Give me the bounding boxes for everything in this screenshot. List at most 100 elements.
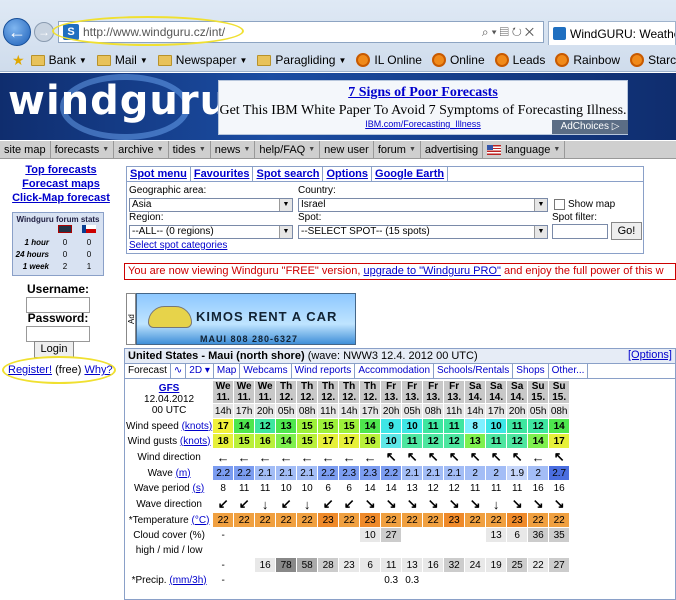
- menu-help-faq[interactable]: help/FAQ ▼: [255, 141, 321, 158]
- spot-tab-spot-menu[interactable]: Spot menu: [127, 167, 191, 181]
- favorite-label: Newspaper: [175, 53, 237, 67]
- value-cell: [254, 572, 277, 588]
- ad-text: Get This IBM White Paper To Avoid 7 Symp…: [219, 103, 627, 118]
- forecast-options-link[interactable]: [Options]: [628, 349, 672, 361]
- menu-archive[interactable]: archive ▼: [114, 141, 169, 158]
- spot-filter-input[interactable]: [552, 224, 608, 239]
- row-unit-link[interactable]: (m): [176, 468, 191, 479]
- show-map-option[interactable]: Show map: [554, 199, 615, 210]
- value-cell: 19: [485, 557, 508, 573]
- show-map-checkbox[interactable]: [554, 199, 565, 210]
- day-cell: Su 15.: [527, 380, 550, 404]
- forecast-tab-1[interactable]: ∿: [171, 364, 187, 378]
- menu-new-user[interactable]: new user: [320, 141, 374, 158]
- value-cell: 16: [548, 480, 571, 496]
- row-unit-link[interactable]: (mm/3h): [169, 575, 206, 586]
- ad-title[interactable]: 7 Signs of Poor Forecasts: [219, 85, 627, 101]
- hour-cell: 17h: [485, 403, 508, 419]
- day-name: We: [257, 381, 273, 392]
- spot-tab-options[interactable]: Options: [323, 167, 373, 181]
- site-logo[interactable]: windguru: [8, 78, 229, 124]
- round-icon: [431, 53, 446, 67]
- forecast-maps-link[interactable]: Forecast maps: [0, 177, 122, 191]
- value-cell: [296, 527, 319, 543]
- favorite-bank[interactable]: Bank ▼: [30, 53, 87, 67]
- value-cell: [422, 542, 445, 558]
- menu-advertising[interactable]: advertising: [421, 141, 484, 158]
- menu-tides[interactable]: tides ▼: [169, 141, 211, 158]
- us-flag-icon: [487, 144, 502, 155]
- value-cell: 2.1: [275, 465, 298, 481]
- value-cell: -: [212, 527, 235, 543]
- value-cell: 23: [359, 512, 382, 528]
- back-button[interactable]: ←: [3, 18, 31, 46]
- spot-tab-spot-search[interactable]: Spot search: [253, 167, 324, 181]
- value-cell: 16: [422, 557, 445, 573]
- day-cell: Th 12.: [275, 380, 298, 404]
- forecast-tab-0[interactable]: Forecast: [125, 364, 171, 378]
- hour-cell: 08h: [548, 403, 571, 419]
- row-unit-link[interactable]: (knots): [182, 421, 213, 432]
- forecast-tab-4[interactable]: Webcams: [240, 364, 292, 378]
- direction-arrow-icon: ↘: [443, 495, 466, 513]
- menu-language[interactable]: language ▼: [483, 141, 566, 158]
- go-button[interactable]: Go!: [611, 222, 642, 240]
- spot-tab-favourites[interactable]: Favourites: [191, 167, 254, 181]
- day-cell: We 11.: [212, 380, 235, 404]
- forecast-tab-6[interactable]: Accommodation: [355, 364, 435, 378]
- favorite-leads[interactable]: Leads: [494, 53, 545, 67]
- adchoices-badge[interactable]: AdChoices ▷: [552, 120, 628, 134]
- forecast-tab-7[interactable]: Schools/Rentals: [434, 364, 514, 378]
- favorite-rainbow[interactable]: Rainbow: [555, 53, 620, 67]
- row-label-text: high / mid / low: [135, 544, 203, 556]
- row-label: high / mid / low: [125, 542, 214, 558]
- spot-select[interactable]: --SELECT SPOT-- (15 spots): [298, 225, 548, 239]
- spot-tab-google-earth[interactable]: Google Earth: [372, 167, 449, 181]
- row-unit-link[interactable]: (s): [193, 483, 205, 494]
- favorite-online[interactable]: Online: [431, 53, 485, 67]
- forecast-tab-2[interactable]: 2D ▾: [186, 364, 214, 378]
- menu-news[interactable]: news ▼: [211, 141, 256, 158]
- forecast-tab-9[interactable]: Other...: [549, 364, 589, 378]
- favorite-il-online[interactable]: IL Online: [356, 53, 422, 67]
- region-select[interactable]: --ALL-- (0 regions): [129, 225, 293, 239]
- favorites-star-icon[interactable]: ★: [12, 52, 25, 69]
- favorite-newspaper[interactable]: Newspaper ▼: [157, 53, 247, 67]
- favorite-mail[interactable]: Mail ▼: [96, 53, 148, 67]
- upgrade-link[interactable]: upgrade to "Windguru PRO": [363, 265, 500, 277]
- value-cell: 10: [359, 527, 382, 543]
- forward-button[interactable]: →: [34, 22, 54, 42]
- forecast-tab-5[interactable]: Wind reports: [292, 364, 356, 378]
- menu-label: news: [214, 143, 241, 156]
- top-forecasts-link[interactable]: Top forecasts: [0, 163, 122, 177]
- forecast-tab-3[interactable]: Map: [214, 364, 241, 378]
- spot-categories-link[interactable]: Select spot categories: [129, 240, 227, 251]
- favorite-paragliding[interactable]: Paragliding ▼: [257, 53, 346, 67]
- value-cell: [485, 542, 508, 558]
- favorite-label: Bank: [48, 53, 76, 67]
- value-cell: 16: [359, 433, 382, 449]
- direction-arrow-icon: ↓: [254, 495, 277, 513]
- value-cell: 23: [506, 512, 529, 528]
- row-unit-link[interactable]: (knots): [180, 436, 211, 447]
- browser-tab[interactable]: WindGURU: Weather fo: [548, 21, 676, 45]
- day-date: 15.: [552, 392, 567, 403]
- area-select[interactable]: Asia: [129, 198, 293, 212]
- cz-flag-icon: [82, 225, 96, 233]
- value-cell: [275, 572, 298, 588]
- gfs-utc: 00 UTC: [151, 405, 187, 416]
- country-select[interactable]: Israel: [298, 198, 548, 212]
- menu-forum[interactable]: forum ▼: [374, 141, 421, 158]
- password-input[interactable]: [26, 326, 90, 342]
- value-cell: [275, 527, 298, 543]
- address-controls-icon[interactable]: ⌕▾▤↻✕: [482, 25, 537, 40]
- forecast-header: United States - Maui (north shore) (wave…: [125, 349, 675, 364]
- forecast-tab-8[interactable]: Shops: [513, 364, 549, 378]
- gfs-link[interactable]: GFS: [159, 383, 180, 394]
- row-unit-link[interactable]: (°C): [192, 515, 210, 526]
- click-map-forecast-link[interactable]: Click-Map forecast: [0, 191, 122, 205]
- menu-site-map[interactable]: site map: [0, 141, 51, 158]
- menu-forecasts[interactable]: forecasts ▼: [51, 141, 115, 158]
- hour-cell: 08h: [296, 403, 319, 419]
- favorite-starcom[interactable]: Starcom: [630, 53, 676, 67]
